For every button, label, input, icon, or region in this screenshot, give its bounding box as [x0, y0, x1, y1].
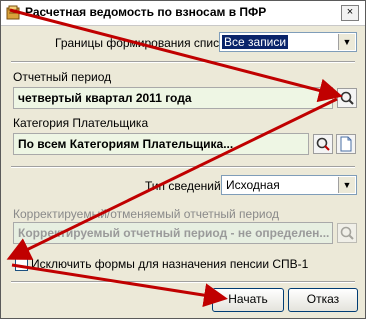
info-type-value: Исходная [226, 178, 280, 192]
report-period-field[interactable]: четвертый квартал 2011 года [13, 87, 333, 109]
search-icon [340, 226, 354, 240]
document-icon [340, 136, 352, 152]
app-icon [6, 5, 20, 20]
start-button[interactable]: Начать [212, 288, 284, 312]
separator [11, 166, 355, 168]
list-bounds-select[interactable]: Все записи ▼ [219, 32, 357, 52]
chevron-down-icon[interactable]: ▼ [338, 177, 355, 193]
search-icon [316, 137, 330, 151]
payer-category-search-button[interactable] [313, 134, 333, 154]
close-button[interactable]: × [341, 5, 359, 21]
corrected-period-value: Корректируемый отчетный период - не опре… [18, 226, 330, 240]
exclude-forms-label: Исключить формы для назначения пенсии СП… [31, 257, 309, 271]
chevron-down-icon[interactable]: ▼ [338, 34, 355, 50]
search-icon [340, 91, 354, 105]
info-type-select[interactable]: Исходная ▼ [221, 175, 357, 195]
info-type-label: Тип сведений: [145, 179, 225, 193]
list-bounds-value: Все записи [222, 35, 289, 49]
payer-category-document-button[interactable] [336, 134, 356, 154]
title-bar: Расчетная ведомость по взносам в ПФР × [1, 1, 365, 26]
corrected-period-search-button [337, 223, 357, 243]
corrected-period-field: Корректируемый отчетный период - не опре… [13, 222, 333, 244]
window-title: Расчетная ведомость по взносам в ПФР [25, 5, 267, 19]
separator [11, 281, 355, 283]
report-period-value: четвертый квартал 2011 года [18, 91, 192, 105]
payer-category-label: Категория Плательщика [13, 116, 149, 130]
payer-category-value: По всем Категориям Плательщика... [18, 137, 234, 151]
dialog-window: Расчетная ведомость по взносам в ПФР × Г… [0, 0, 366, 319]
list-bounds-label: Границы формирования списка: [55, 36, 235, 50]
report-period-label: Отчетный период [13, 70, 112, 84]
separator [11, 61, 355, 63]
exclude-forms-checkbox[interactable] [15, 258, 28, 271]
cancel-button[interactable]: Отказ [288, 288, 358, 312]
report-period-search-button[interactable] [337, 88, 357, 108]
corrected-period-label: Корректируемый/отменяемый отчетный перио… [13, 207, 279, 221]
payer-category-field[interactable]: По всем Категориям Плательщика... [13, 133, 309, 155]
